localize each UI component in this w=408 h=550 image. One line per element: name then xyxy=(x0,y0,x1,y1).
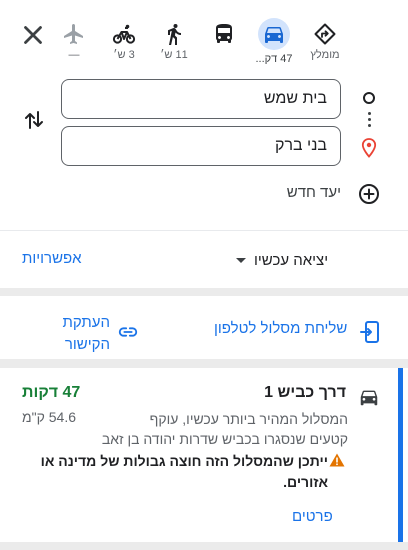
destination-input[interactable]: בני ברק xyxy=(61,126,341,166)
options-button[interactable]: אפשרויות xyxy=(22,250,82,267)
route-distance: 54.6 ק"מ xyxy=(22,409,76,425)
travel-mode-bar: — 3 ש׳ 11 ש׳ 47 דק... מומלץ xyxy=(0,0,408,72)
swap-directions-icon[interactable] xyxy=(22,108,46,132)
diamond-turn-icon xyxy=(314,23,336,45)
mode-cycling-label: 3 ש׳ xyxy=(113,49,135,61)
section-divider xyxy=(0,359,408,368)
route-duration: 47 דקות xyxy=(22,384,81,401)
destination-pin-icon xyxy=(361,138,377,158)
origin-input[interactable]: בית שמש xyxy=(61,79,341,119)
mode-recommended[interactable]: מומלץ xyxy=(301,16,349,66)
mode-transit[interactable] xyxy=(200,16,248,66)
warning-icon xyxy=(329,453,345,467)
bicycle-icon xyxy=(112,24,136,44)
mode-flight[interactable]: — xyxy=(50,16,98,66)
mode-driving-label: 47 דק... xyxy=(255,53,293,65)
origin-dot-icon xyxy=(363,92,375,104)
depart-time-selector[interactable]: יציאה עכשיו xyxy=(236,250,328,270)
mode-flight-label: — xyxy=(68,49,80,61)
mode-driving-highlight xyxy=(258,18,290,50)
link-icon[interactable] xyxy=(117,321,139,343)
route-name: דרך כביש 1 xyxy=(264,384,346,401)
section-divider xyxy=(0,288,408,296)
divider xyxy=(0,230,408,231)
bus-icon xyxy=(216,24,232,43)
route-description: המסלול המהיר ביותר עכשיו, עוקף xyxy=(149,411,348,427)
mode-walking-label: 11 ש׳ xyxy=(160,49,188,61)
car-icon xyxy=(360,390,378,406)
mode-driving[interactable]: 47 דק... xyxy=(250,16,298,66)
chevron-down-icon xyxy=(236,257,246,263)
mode-recommended-label: מומלץ xyxy=(310,49,340,61)
route-details-link[interactable]: פרטים xyxy=(292,508,333,525)
car-icon xyxy=(265,27,283,43)
route-warning: ייתכן שהמסלול הזה חוצה גבולות של מדינה א… xyxy=(40,453,328,490)
send-to-phone-button[interactable]: שליחת מסלול לטלפון xyxy=(214,320,347,337)
close-icon[interactable] xyxy=(18,20,48,50)
send-to-phone-icon[interactable] xyxy=(360,320,380,344)
copy-link-button[interactable]: העתקת הקישור xyxy=(56,312,110,356)
route-description-continued: קטעים שנסגרו בכביש שדרות יהודה בן זאב xyxy=(101,431,348,447)
section-divider xyxy=(0,542,408,550)
add-destination-label[interactable]: יעד חדש xyxy=(200,181,341,205)
depart-time-label: יציאה עכשיו xyxy=(254,251,329,269)
route-dots-icon xyxy=(368,112,371,130)
mode-cycling[interactable]: 3 ש׳ xyxy=(100,16,148,66)
walk-icon xyxy=(168,24,181,45)
mode-walking[interactable]: 11 ש׳ xyxy=(150,16,198,66)
airplane-icon xyxy=(64,24,83,44)
add-destination-icon[interactable] xyxy=(357,182,381,206)
selected-route-indicator xyxy=(398,368,403,542)
